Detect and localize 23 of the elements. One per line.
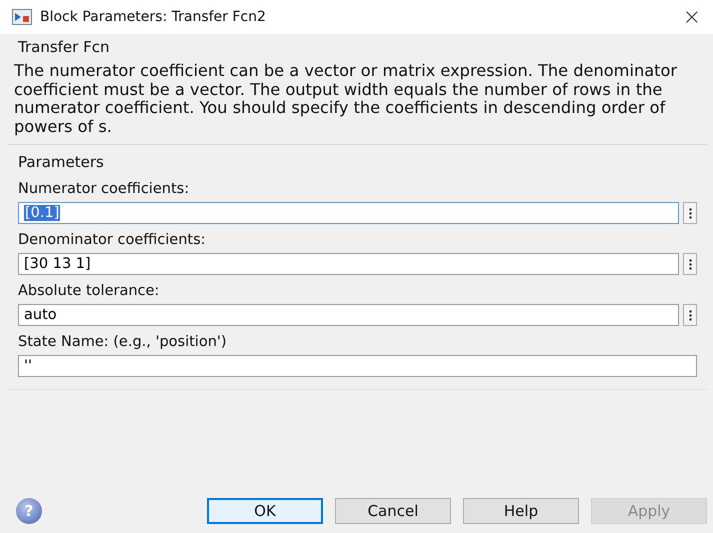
dialog-button[interactable]: Help bbox=[463, 498, 579, 524]
group-title: Transfer Fcn bbox=[18, 37, 110, 58]
block-icon bbox=[12, 9, 32, 25]
input-field[interactable]: '' bbox=[18, 355, 697, 377]
more-icon bbox=[688, 310, 692, 320]
description-text: The numerator coefficient can be a vector or matrix expression. The denominator coefficient must be a vector. The output width equals the number of rows in the numerator coefficient. You should specify the coefficients in descending order of powers of s. bbox=[14, 62, 678, 136]
group-title: Parameters bbox=[18, 152, 105, 173]
input-field[interactable]: auto bbox=[18, 304, 679, 326]
field-label: Numerator coefficients: bbox=[18, 180, 190, 199]
more-icon bbox=[688, 258, 692, 270]
window-title: Block Parameters: Transfer Fcn2 bbox=[40, 9, 266, 25]
input-field[interactable]: [30 13 1] bbox=[18, 253, 679, 275]
field-label: Denominator coefficients: bbox=[18, 231, 207, 250]
close-button[interactable]: × bbox=[682, 4, 701, 30]
input-field[interactable]: [0.1] bbox=[18, 202, 679, 224]
more-options-button[interactable] bbox=[683, 202, 697, 224]
dialog-button[interactable]: Cancel bbox=[335, 498, 451, 524]
dialog-button[interactable]: OK bbox=[207, 498, 323, 524]
more-options-button[interactable] bbox=[683, 253, 697, 275]
field-label: State Name: (e.g., 'position') bbox=[18, 333, 228, 352]
field-label: Absolute tolerance: bbox=[18, 282, 160, 301]
more-icon bbox=[688, 208, 692, 218]
more-options-button[interactable] bbox=[683, 304, 697, 326]
